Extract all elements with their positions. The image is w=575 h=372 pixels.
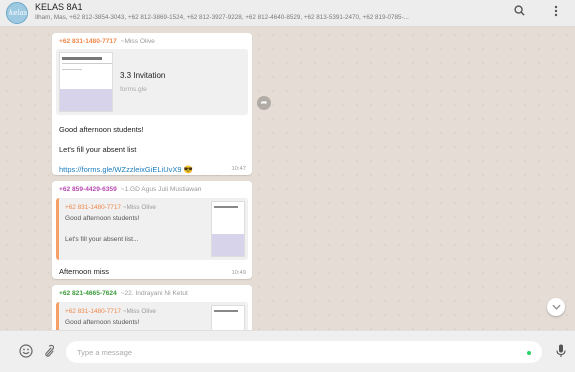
status-dot (527, 351, 531, 355)
group-members-list[interactable]: Ilham, Mas, +62 812-3854-3043, +62 812-3… (35, 14, 505, 21)
form-link[interactable]: https://forms.gle/WZzzleixGiELiUvX9 (59, 165, 182, 174)
message-bubble[interactable]: +62 859-4429-6359 ~1.GD Agus Juli Mustia… (52, 181, 252, 279)
message-text: Afternoon miss (59, 267, 110, 276)
message-composer (0, 330, 575, 372)
message-bubble[interactable]: +62 821-4665-7624 ~22. Indrayani Ni Ketu… (52, 285, 252, 330)
sender-name: ~22. Indrayani Ni Ketut (120, 290, 188, 297)
message-bubble[interactable]: +62 831-1480-7717 ~Miss Olive 3.3 Invita… (52, 33, 252, 175)
quoted-text: Good afternoon students! (65, 215, 140, 222)
paperclip-icon[interactable] (42, 344, 55, 361)
quoted-thumbnail (211, 305, 245, 330)
message-time: 10:49 (231, 270, 246, 276)
message-text: Let's fill your absent list (59, 145, 137, 154)
message-time: 10:47 (231, 166, 246, 172)
sender-number[interactable]: +62 831-1480-7717 (59, 38, 117, 45)
chevron-down-icon (551, 304, 561, 310)
sender-number[interactable]: +62 821-4665-7624 (59, 290, 117, 297)
quoted-sender-name: ~Miss Olive (122, 308, 156, 315)
link-preview[interactable]: 3.3 Invitation forms.gle (56, 49, 248, 115)
quoted-message[interactable]: +62 831-1480-7717 ~Miss Olive Good after… (56, 198, 248, 260)
sender-number[interactable]: +62 859-4429-6359 (59, 186, 117, 193)
message-text: Good afternoon students! (59, 125, 144, 134)
chat-title[interactable]: KELAS 8A1 (35, 2, 83, 12)
quoted-sender-name: ~Miss Olive (122, 204, 156, 211)
chat-header: kelas KELAS 8A1 Ilham, Mas, +62 812-3854… (0, 0, 575, 27)
message-sender: +62 859-4429-6359 ~1.GD Agus Juli Mustia… (52, 181, 252, 193)
message-input[interactable] (66, 341, 542, 363)
quoted-text: Good afternoon students! (65, 319, 140, 326)
quoted-sender-number: +62 831-1480-7717 (65, 308, 121, 315)
sender-name: ~Miss Olive (120, 38, 155, 45)
sender-name: ~1.GD Agus Juli Mustiawan (120, 186, 202, 193)
quoted-text: Let's fill your absent list... (65, 236, 139, 243)
quoted-sender-number: +62 831-1480-7717 (65, 204, 121, 211)
quoted-sender: +62 831-1480-7717 ~Miss Olive (65, 204, 156, 211)
microphone-icon[interactable] (556, 344, 566, 361)
avatar-label: kelas (9, 9, 28, 17)
quoted-sender: +62 831-1480-7717 ~Miss Olive (65, 308, 156, 315)
message-sender: +62 831-1480-7717 ~Miss Olive (52, 33, 252, 45)
message-link[interactable]: https://forms.gle/WZzzleixGiELiUvX9 😎 (52, 165, 252, 174)
menu-dots-icon[interactable] (554, 5, 558, 20)
quoted-thumbnail (211, 201, 245, 257)
forward-icon[interactable]: ➦ (257, 96, 271, 110)
preview-title: 3.3 Invitation (120, 71, 166, 80)
group-avatar[interactable]: kelas (6, 2, 28, 24)
emoji-icon[interactable] (19, 344, 33, 361)
message-sender: +62 821-4665-7624 ~22. Indrayani Ni Ketu… (52, 285, 252, 297)
preview-thumbnail (59, 52, 113, 112)
preview-domain: forms.gle (120, 86, 147, 93)
sunglasses-emoji-icon: 😎 (183, 165, 193, 174)
quoted-message[interactable]: +62 831-1480-7717 ~Miss Olive Good after… (56, 302, 248, 330)
search-icon[interactable] (514, 5, 525, 19)
chat-messages-area[interactable]: +62 831-1480-7717 ~Miss Olive 3.3 Invita… (0, 28, 575, 330)
scroll-down-button[interactable] (547, 298, 565, 316)
